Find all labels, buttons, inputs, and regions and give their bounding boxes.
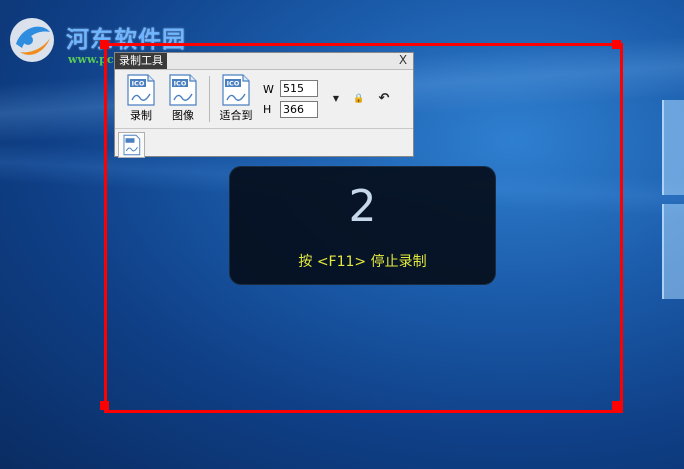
- ico-file-icon: ICO: [169, 74, 197, 106]
- lock-aspect-icon[interactable]: 🔒: [352, 92, 366, 106]
- resize-handle-top-left[interactable]: [100, 40, 109, 49]
- image-button-label: 图像: [172, 109, 194, 122]
- ico-file-icon: ICO: [127, 74, 155, 106]
- height-input[interactable]: [280, 101, 318, 118]
- window-title: 录制工具: [115, 53, 167, 69]
- capture-thumbnail-strip: [115, 129, 413, 159]
- windows-logo-icon: [662, 100, 684, 300]
- svg-text:ICO: ICO: [227, 80, 240, 88]
- svg-text:ICO: ICO: [132, 80, 145, 88]
- width-input[interactable]: [280, 80, 318, 97]
- countdown-number: 2: [348, 181, 377, 232]
- watermark-logo-icon: [10, 18, 54, 62]
- fit-to-button-label: 适合到: [219, 109, 253, 122]
- size-dropdown-arrow-icon[interactable]: ▼: [329, 92, 343, 106]
- height-label: H: [263, 103, 272, 116]
- countdown-overlay: 2 按 <F11> 停止录制: [229, 166, 496, 285]
- ico-file-icon: ICO: [222, 74, 250, 106]
- title-bar[interactable]: 录制工具 X: [115, 53, 413, 70]
- rotate-icon[interactable]: ↶: [377, 92, 391, 106]
- svg-text:ICO: ICO: [174, 80, 187, 88]
- resize-handle-bottom-left[interactable]: [100, 401, 109, 410]
- countdown-hint: 按 <F11> 停止录制: [298, 254, 427, 270]
- recording-tool-window: 录制工具 X ICO 录制 ICO 图像 ICO 适合到 W 515 H 366…: [114, 52, 414, 159]
- image-button[interactable]: ICO 图像: [163, 74, 203, 123]
- toolbar: ICO 录制 ICO 图像 ICO 适合到 W 515 H 366 ▼ 🔒 ↶: [115, 70, 413, 129]
- close-icon[interactable]: X: [396, 53, 410, 69]
- width-label: W: [263, 83, 274, 96]
- resize-handle-top-right[interactable]: [612, 40, 621, 49]
- capture-thumbnail[interactable]: [118, 132, 145, 158]
- ico-file-icon: [123, 134, 141, 156]
- resize-handle-bottom-right[interactable]: [612, 401, 621, 410]
- toolbar-divider: [209, 76, 210, 122]
- fit-to-button[interactable]: ICO 适合到: [214, 74, 258, 123]
- record-button-label: 录制: [130, 109, 152, 122]
- record-button[interactable]: ICO 录制: [121, 74, 161, 123]
